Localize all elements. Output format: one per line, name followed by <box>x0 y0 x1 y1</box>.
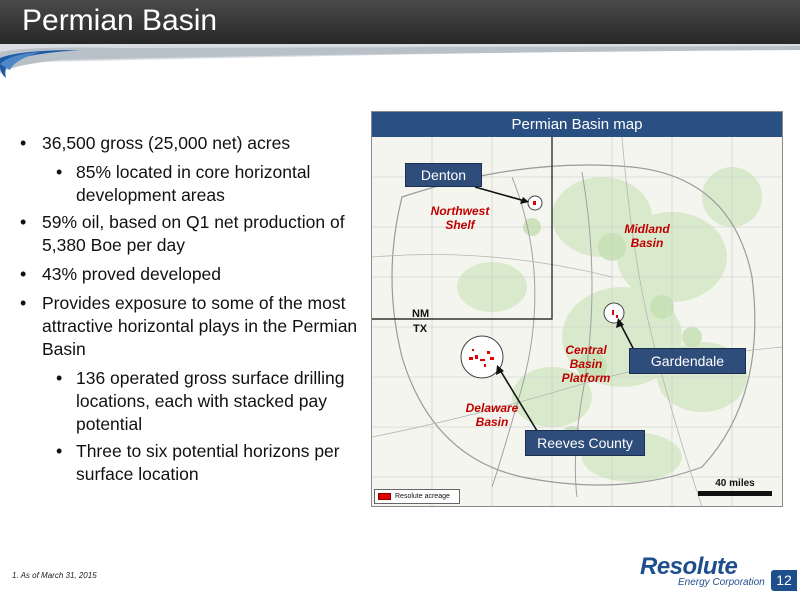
scale-label: 40 miles <box>715 478 755 489</box>
slide-header: Permian Basin <box>0 0 800 46</box>
company-logo: Resolute Energy Corporation <box>640 553 770 589</box>
permian-basin-map: Permian Basin map Denton Gardendale Reev… <box>371 111 783 507</box>
bullet-item: • 43% proved developed <box>20 264 222 284</box>
region-central-basin-platform: Central Basin Platform <box>561 343 611 385</box>
bullet-dot-icon: • <box>20 133 27 153</box>
callout-reeves-county: Reeves County <box>525 430 645 456</box>
bullet-dot-icon: • <box>20 293 27 313</box>
bullet-dot-icon: • <box>56 368 63 388</box>
bullet-dot-icon: • <box>20 212 27 232</box>
scale-bar <box>698 491 772 496</box>
logo-wordmark: Resolute <box>640 553 738 580</box>
bullet-list: • 36,500 gross (25,000 net) acres • 85% lo… <box>18 132 363 490</box>
logo-tagline: Energy Corporation <box>678 577 765 588</box>
bullet-item: • 36,500 gross (25,000 net) acres <box>20 133 291 153</box>
bullet-dot-icon: • <box>56 441 63 461</box>
region-delaware-basin: Delaware Basin <box>465 401 519 429</box>
sub-bullet-item: • 85% located in core horizontal developm… <box>56 162 311 205</box>
state-label-nm: NM <box>412 308 430 320</box>
callout-gardendale: Gardendale <box>629 348 746 374</box>
map-scale: 40 miles <box>698 478 772 496</box>
acreage-swatch-icon <box>378 493 391 500</box>
bullet-dot-icon: • <box>56 162 63 182</box>
map-title: Permian Basin map <box>372 112 782 137</box>
bullet-item: • 59% oil, based on Q1 net production of … <box>20 212 345 255</box>
legend-label: Resolute acreage <box>395 493 450 500</box>
bullet-dot-icon: • <box>20 264 27 284</box>
page-number: 12 <box>771 570 797 591</box>
bullet-item: • Provides exposure to some of the most a… <box>20 293 358 359</box>
map-legend: Resolute acreage <box>374 489 460 504</box>
slide-title: Permian Basin <box>22 4 218 37</box>
callout-denton: Denton <box>405 163 482 187</box>
region-northwest-shelf: Northwest Shelf <box>430 204 490 232</box>
state-label-tx: TX <box>413 323 428 335</box>
footnote: 1. As of March 31, 2015 <box>12 571 97 580</box>
header-swoosh-graphic <box>0 44 800 78</box>
sub-bullet-item: • Three to six potential horizons per sur… <box>56 441 340 484</box>
region-midland-basin: Midland Basin <box>624 222 670 250</box>
sub-bullet-item: • 136 operated gross surface drilling loc… <box>56 368 345 434</box>
